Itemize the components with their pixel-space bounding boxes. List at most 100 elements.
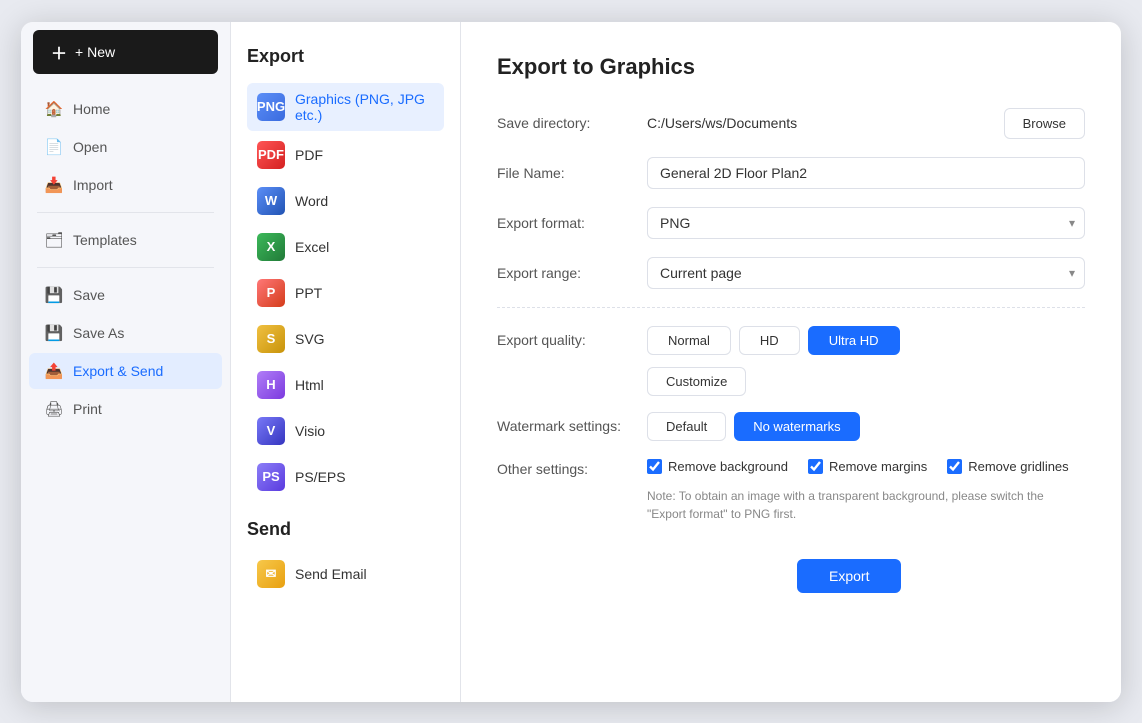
export-range-label: Export range: [497, 265, 647, 281]
export-word-label: Word [295, 193, 328, 209]
export-format-select[interactable]: PNG JPG BMP GIF [647, 207, 1085, 239]
sidebar-item-print[interactable]: 🖨 Print [29, 391, 222, 427]
sidebar-save-label: Save [73, 287, 105, 303]
export-excel-label: Excel [295, 239, 329, 255]
export-range-select-wrapper: Current page All pages Selected pages ▾ [647, 257, 1085, 289]
export-item-graphics[interactable]: PNG Graphics (PNG, JPG etc.) [247, 83, 444, 131]
save-directory-value: C:/Users/ws/Documents [647, 108, 992, 138]
quality-normal-button[interactable]: Normal [647, 326, 731, 355]
export-pseps-label: PS/EPS [295, 469, 346, 485]
save-icon: 💾 [45, 286, 63, 304]
export-ppt-label: PPT [295, 285, 322, 301]
pdf-icon: PDF [257, 141, 285, 169]
app-window: ＋ + New 🏠 Home 📄 Open 📥 Import 🗂 Templat… [21, 22, 1121, 702]
remove-gridlines-input[interactable] [947, 459, 962, 474]
export-graphics-label: Graphics (PNG, JPG etc.) [295, 91, 434, 123]
export-section-title: Export [247, 46, 444, 67]
sidebar-item-import[interactable]: 📥 Import [29, 167, 222, 203]
checkboxes-group: Remove background Remove margins Remove … [647, 459, 1069, 474]
export-item-word[interactable]: W Word [247, 179, 444, 223]
excel-icon: X [257, 233, 285, 261]
new-button-label: + New [75, 44, 115, 60]
sidebar: ＋ + New 🏠 Home 📄 Open 📥 Import 🗂 Templat… [21, 22, 231, 702]
export-quality-row: Export quality: Normal HD Ultra HD [497, 326, 1085, 355]
customize-button[interactable]: Customize [647, 367, 746, 396]
send-section-title: Send [247, 519, 444, 540]
file-name-input[interactable] [647, 157, 1085, 189]
watermark-none-button[interactable]: No watermarks [734, 412, 859, 441]
sidebar-divider-1 [37, 212, 214, 213]
export-visio-label: Visio [295, 423, 325, 439]
templates-icon: 🗂 [45, 231, 63, 249]
import-icon: 📥 [45, 176, 63, 194]
other-settings-row: Other settings: Remove background Remove… [497, 459, 1085, 477]
sidebar-templates-label: Templates [73, 232, 137, 248]
print-icon: 🖨 [45, 400, 63, 418]
plus-icon: ＋ [51, 40, 67, 64]
content-panel: Export to Graphics Save directory: C:/Us… [461, 22, 1121, 702]
visio-icon: V [257, 417, 285, 445]
export-item-svg[interactable]: S SVG [247, 317, 444, 361]
export-range-select[interactable]: Current page All pages Selected pages [647, 257, 1085, 289]
export-pdf-label: PDF [295, 147, 323, 163]
graphics-icon: PNG [257, 93, 285, 121]
send-email-label: Send Email [295, 566, 367, 582]
sidebar-item-home[interactable]: 🏠 Home [29, 91, 222, 127]
sidebar-print-label: Print [73, 401, 102, 417]
home-icon: 🏠 [45, 100, 63, 118]
new-button[interactable]: ＋ + New [33, 30, 218, 74]
export-format-row: Export format: PNG JPG BMP GIF ▾ [497, 207, 1085, 239]
save-directory-row: Save directory: C:/Users/ws/Documents Br… [497, 108, 1085, 139]
export-format-label: Export format: [497, 215, 647, 231]
sidebar-import-label: Import [73, 177, 113, 193]
pseps-icon: PS [257, 463, 285, 491]
remove-gridlines-label: Remove gridlines [968, 459, 1068, 474]
remove-margins-label: Remove margins [829, 459, 927, 474]
export-item-email[interactable]: ✉ Send Email [247, 552, 444, 596]
email-icon: ✉ [257, 560, 285, 588]
export-item-html[interactable]: H Html [247, 363, 444, 407]
remove-margins-input[interactable] [808, 459, 823, 474]
watermark-label: Watermark settings: [497, 418, 647, 434]
browse-button[interactable]: Browse [1004, 108, 1085, 139]
quality-ultra-hd-button[interactable]: Ultra HD [808, 326, 900, 355]
file-name-label: File Name: [497, 165, 647, 181]
sidebar-item-export-send[interactable]: 📤 Export & Send [29, 353, 222, 389]
ppt-icon: P [257, 279, 285, 307]
export-item-excel[interactable]: X Excel [247, 225, 444, 269]
remove-background-input[interactable] [647, 459, 662, 474]
save-directory-label: Save directory: [497, 115, 647, 131]
remove-margins-checkbox[interactable]: Remove margins [808, 459, 927, 474]
export-range-row: Export range: Current page All pages Sel… [497, 257, 1085, 289]
sidebar-item-save-as[interactable]: 💾 Save As [29, 315, 222, 351]
export-button[interactable]: Export [797, 559, 901, 593]
divider [497, 307, 1085, 308]
watermark-default-button[interactable]: Default [647, 412, 726, 441]
note-text: Note: To obtain an image with a transpar… [647, 487, 1085, 523]
export-svg-label: SVG [295, 331, 325, 347]
remove-background-checkbox[interactable]: Remove background [647, 459, 788, 474]
sidebar-home-label: Home [73, 101, 110, 117]
sidebar-export-label: Export & Send [73, 363, 163, 379]
export-item-pdf[interactable]: PDF PDF [247, 133, 444, 177]
svg-icon: S [257, 325, 285, 353]
export-item-pseps[interactable]: PS PS/EPS [247, 455, 444, 499]
export-item-ppt[interactable]: P PPT [247, 271, 444, 315]
sidebar-open-label: Open [73, 139, 107, 155]
sidebar-save-as-label: Save As [73, 325, 124, 341]
open-icon: 📄 [45, 138, 63, 156]
quality-buttons-group: Normal HD Ultra HD [647, 326, 900, 355]
export-html-label: Html [295, 377, 324, 393]
html-icon: H [257, 371, 285, 399]
export-item-visio[interactable]: V Visio [247, 409, 444, 453]
quality-hd-button[interactable]: HD [739, 326, 800, 355]
word-icon: W [257, 187, 285, 215]
sidebar-item-open[interactable]: 📄 Open [29, 129, 222, 165]
sidebar-item-templates[interactable]: 🗂 Templates [29, 222, 222, 258]
export-format-select-wrapper: PNG JPG BMP GIF ▾ [647, 207, 1085, 239]
save-as-icon: 💾 [45, 324, 63, 342]
content-title: Export to Graphics [497, 54, 1085, 80]
sidebar-divider-2 [37, 267, 214, 268]
sidebar-item-save[interactable]: 💾 Save [29, 277, 222, 313]
remove-gridlines-checkbox[interactable]: Remove gridlines [947, 459, 1068, 474]
